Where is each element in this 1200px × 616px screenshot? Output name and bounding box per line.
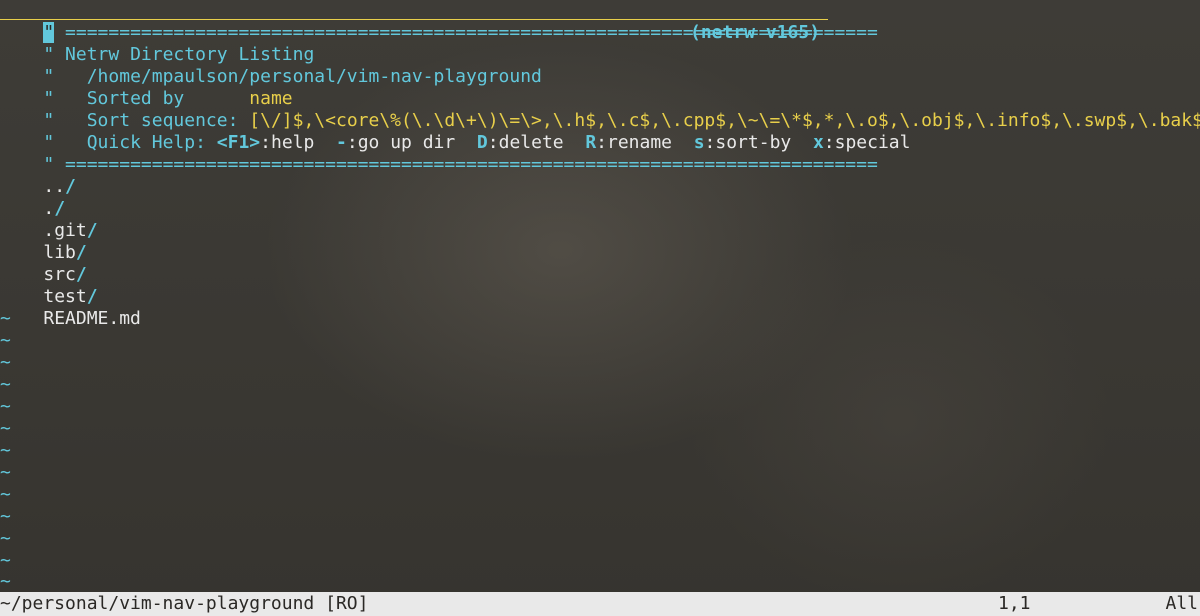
statusline-scroll-indicator: All — [1165, 593, 1198, 614]
header-path-line: " /home/mpaulson/personal/vim-nav-playgr… — [43, 66, 542, 87]
dir-entry-current[interactable]: ./ — [0, 176, 65, 219]
header-sorted-by-line: " Sorted by name — [43, 88, 293, 109]
file-entry-name: README.md — [43, 308, 141, 329]
file-entry-readme[interactable]: README.md — [0, 286, 141, 329]
dir-slash: / — [86, 220, 98, 241]
empty-line-tilde: ~ — [0, 462, 11, 483]
empty-line-tilde: ~ — [0, 352, 11, 373]
statusline-cursor-position: 1,1 — [998, 593, 1031, 614]
header-rule-bottom-line: " ======================================… — [43, 154, 878, 175]
dir-entry-lib[interactable]: lib/ — [0, 220, 86, 263]
header-sort-sequence-line: " Sort sequence: [\/]$,\<core\%(\.\d\+\)… — [0, 88, 1200, 131]
statusline-file-path: ~/personal/vim-nav-playground [RO] — [0, 593, 369, 614]
dir-entry-git[interactable]: .git/ — [0, 198, 97, 241]
empty-line-tilde: ~ — [0, 528, 11, 549]
empty-line-tilde: ~ — [0, 396, 11, 417]
empty-line-tilde: ~ — [0, 418, 11, 439]
empty-line-tilde: ~ — [0, 330, 11, 351]
empty-line-tilde: ~ — [0, 506, 11, 527]
empty-line-tilde: ~ — [0, 550, 11, 571]
empty-line-tilde: ~ — [0, 308, 11, 329]
empty-line-tilde: ~ — [0, 484, 11, 505]
dir-slash: / — [65, 176, 76, 197]
empty-line-tilde: ~ — [0, 374, 11, 395]
dir-entry-src[interactable]: src/ — [0, 242, 86, 285]
empty-line-tilde: ~ — [0, 440, 11, 461]
vim-statusline: ~/personal/vim-nav-playground [RO] 1,1 A… — [0, 592, 1200, 616]
empty-line-tilde: ~ — [0, 571, 11, 592]
header-title-line: " Netrw Directory Listing (netrw v165) — [43, 22, 821, 65]
header-rule-bottom: ========================================… — [65, 154, 878, 175]
dir-entry-test[interactable]: test/ — [0, 264, 97, 307]
vim-terminal-window[interactable]: " ======================================… — [0, 0, 1200, 616]
dir-entry-parent[interactable]: ../ — [0, 154, 76, 197]
header-rule-top-line: " ======================================… — [0, 0, 878, 43]
netrw-version: (netrw v165) — [690, 22, 821, 43]
header-quick-help-line: " Quick Help: <F1>:help -:go up dir D:de… — [43, 132, 911, 153]
